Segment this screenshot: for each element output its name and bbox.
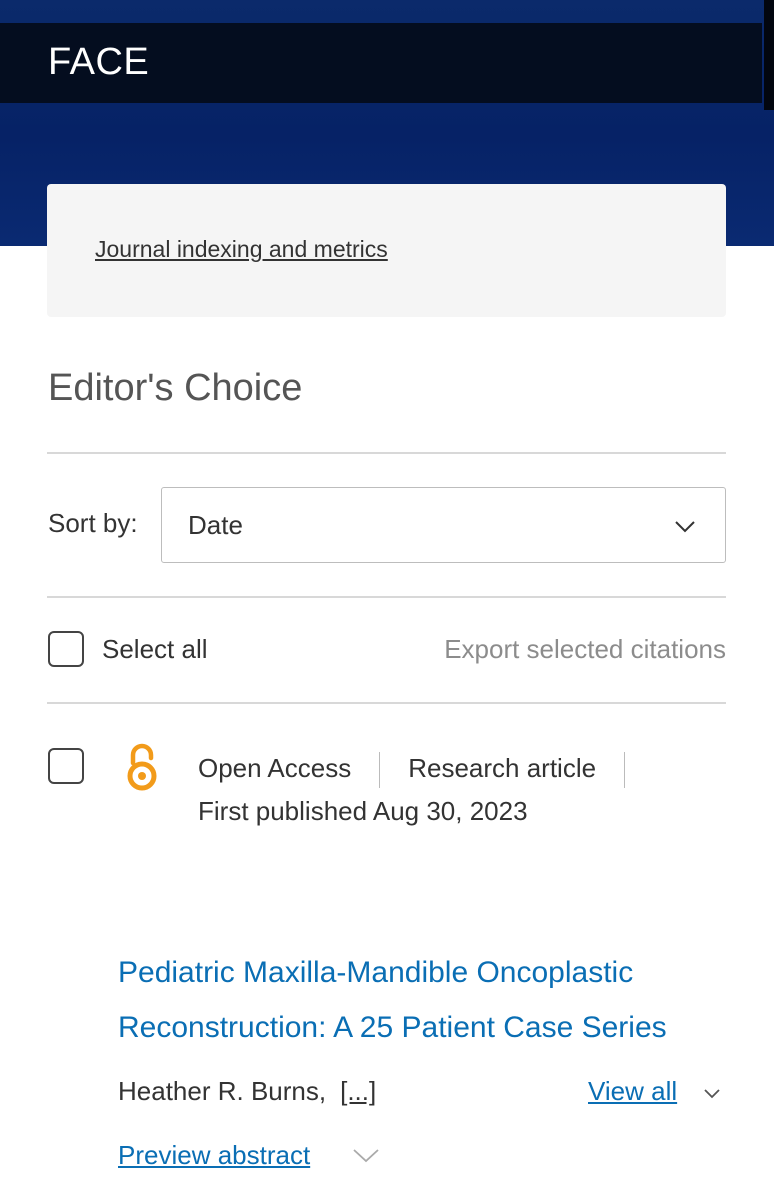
export-citations-button[interactable]: Export selected citations <box>444 634 726 665</box>
author-separator: , <box>318 1076 327 1106</box>
sort-selected-value: Date <box>188 510 243 540</box>
article-title-link[interactable]: Pediatric Maxilla-Mandible Oncoplastic R… <box>118 945 728 1055</box>
open-access-icon <box>127 743 157 791</box>
view-all-authors-link[interactable]: View all <box>588 1076 677 1107</box>
publication-date: First published Aug 30, 2023 <box>198 796 528 826</box>
article-checkbox[interactable] <box>48 748 84 784</box>
journal-info-card: Journal indexing and metrics <box>47 184 726 317</box>
author-name: Heather R. Burns <box>118 1076 319 1106</box>
access-label: Open Access <box>198 753 352 783</box>
meta-separator <box>624 752 626 789</box>
chevron-down-icon <box>675 521 695 533</box>
article-meta: Open Access Research article First publish… <box>198 747 668 833</box>
article-type: Research article <box>408 753 597 783</box>
chevron-down-icon[interactable] <box>702 1084 722 1104</box>
more-authors-link[interactable]: [...] <box>340 1076 376 1106</box>
journal-title-bar: FACE <box>0 23 762 103</box>
meta-separator <box>379 752 381 789</box>
author-list: Heather R. Burns, [...] <box>118 1076 376 1107</box>
preview-abstract-link[interactable]: Preview abstract <box>118 1140 310 1171</box>
section-title: Editor's Choice <box>48 367 303 409</box>
divider <box>47 702 726 704</box>
scrollbar[interactable] <box>764 0 774 110</box>
chevron-down-icon[interactable] <box>352 1145 380 1167</box>
select-all-label[interactable]: Select all <box>102 634 208 665</box>
journal-title[interactable]: FACE <box>48 41 149 84</box>
sort-label: Sort by: <box>48 508 138 538</box>
journal-indexing-link[interactable]: Journal indexing and metrics <box>95 236 388 263</box>
divider <box>47 596 726 598</box>
select-all-checkbox[interactable] <box>48 631 84 667</box>
divider <box>47 452 726 454</box>
sort-select[interactable]: Date <box>161 487 726 563</box>
